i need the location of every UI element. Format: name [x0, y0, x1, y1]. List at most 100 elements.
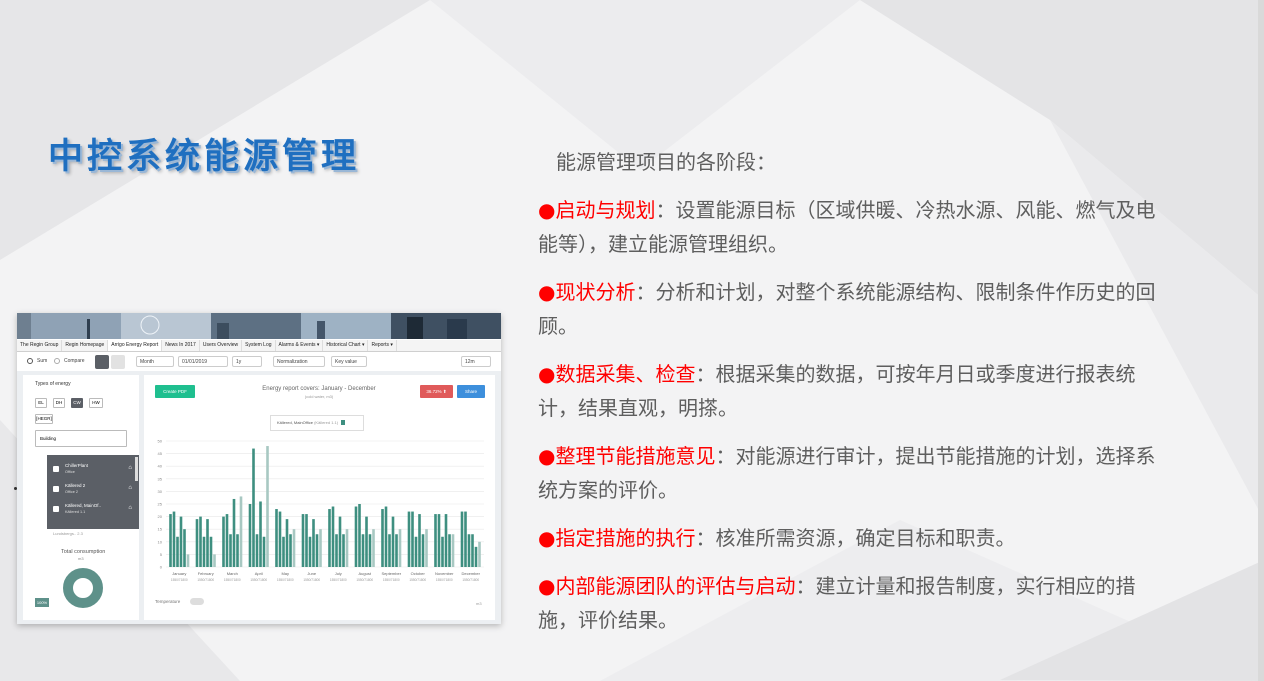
- stage-item: ●现状分析：分析和计划，对整个系统能源结构、限制条件作历史的回顾。: [538, 275, 1168, 343]
- chart-bar: [437, 514, 441, 567]
- x-tick-sublabel: 1550/71800: [383, 578, 400, 582]
- building-name: ChillerPlant: [65, 463, 89, 468]
- building-item[interactable]: Källered 2 Office 2 ⌂: [47, 481, 139, 499]
- x-tick-sublabel: 1550/71800: [462, 578, 479, 582]
- energy-type-dh[interactable]: DH: [53, 398, 65, 408]
- y-tick-label: 20: [158, 514, 163, 519]
- date-picker[interactable]: 01/01/2019: [178, 356, 228, 367]
- share-button[interactable]: Share: [457, 385, 485, 398]
- chart-bar: [354, 506, 358, 567]
- tab-news[interactable]: News In 2017: [162, 340, 200, 351]
- building-sub: Office 2: [65, 490, 79, 494]
- chart-bar: [209, 536, 213, 567]
- chart-bar: [262, 536, 266, 567]
- tab-users-overview[interactable]: Users Overview: [200, 340, 243, 351]
- app-tab-bar: The Regin Group Regin Homepage Arrigo En…: [17, 340, 501, 352]
- temperature-label: Temperature: [155, 599, 181, 604]
- range-select[interactable]: 12m: [461, 356, 491, 367]
- chart-bar: [289, 534, 292, 567]
- stage-heading: 数据采集、检查: [555, 362, 696, 386]
- home-icon[interactable]: ⌂: [128, 505, 132, 511]
- home-icon[interactable]: ⌂: [128, 485, 132, 491]
- key-value-select[interactable]: Key value: [331, 356, 367, 367]
- chart-bar: [236, 534, 239, 567]
- period-select[interactable]: 1y: [232, 356, 262, 367]
- chart-bar: [381, 509, 384, 567]
- chart-bar: [467, 534, 471, 567]
- chart-bar: [478, 541, 481, 567]
- create-pdf-button[interactable]: Create PDF: [155, 385, 195, 398]
- report-main: Create PDF Energy report covers: January…: [144, 375, 495, 620]
- energy-type-hegr[interactable]: [HEGR]: [35, 414, 53, 424]
- tab-energy-report[interactable]: Arrigo Energy Report: [108, 340, 163, 351]
- x-tick-label: July: [335, 571, 342, 576]
- tab-historical-chart[interactable]: Historical Chart ▾: [323, 340, 369, 351]
- x-tick-sublabel: 1550/71800: [436, 578, 453, 582]
- y-tick-label: 15: [158, 527, 163, 532]
- building-item[interactable]: Källered, MainOf.. Källered 1.1 ⌂: [47, 501, 139, 519]
- change-percent-badge[interactable]: 36.72% ⬆: [420, 385, 453, 398]
- legend-sublabel: (Källered 1.1): [314, 420, 339, 425]
- chart-bar: [342, 534, 345, 567]
- chart-bar: [252, 448, 255, 567]
- month-select[interactable]: Month: [136, 356, 174, 367]
- chart-bar: [328, 509, 331, 567]
- building-item[interactable]: ChillerPlant Office ⌂: [47, 461, 139, 479]
- checkbox-icon[interactable]: [53, 486, 59, 492]
- chart-bar: [259, 501, 262, 567]
- compare-radio[interactable]: [54, 358, 60, 364]
- chart-bar: [407, 511, 411, 567]
- text-panel: 能源管理项目的各阶段： ●启动与规划：设置能源目标（区域供暖、冷热水源、风能、燃…: [538, 145, 1168, 651]
- chart-bar: [315, 534, 319, 567]
- chart-bar: [358, 504, 361, 567]
- chart-bar: [305, 514, 308, 567]
- tab-reports[interactable]: Reports ▾: [368, 340, 397, 351]
- x-tick-sublabel: 1550/71800: [409, 578, 426, 582]
- unit-label: m3: [476, 601, 482, 606]
- x-tick-label: May: [281, 571, 289, 576]
- tab-system-log[interactable]: System Log: [242, 340, 276, 351]
- x-tick-sublabel: 1550/71800: [356, 578, 373, 582]
- tab-regin-group[interactable]: The Regin Group: [17, 340, 63, 351]
- chart-bar: [275, 509, 278, 567]
- chart-bar: [301, 514, 305, 567]
- report-subtitle: (cold water, m3): [304, 394, 334, 399]
- slide-title: 中控系统能源管理: [48, 137, 361, 177]
- normalization-select[interactable]: Normalization: [273, 356, 325, 367]
- x-tick-label: November: [435, 571, 454, 576]
- y-tick-label: 0: [160, 565, 163, 570]
- list-scrollbar[interactable]: [135, 457, 138, 481]
- chart-bar: [411, 511, 414, 567]
- energy-type-el[interactable]: EL: [35, 398, 47, 408]
- building-select[interactable]: Building: [35, 430, 127, 447]
- x-tick-label: August: [359, 571, 372, 576]
- x-tick-label: April: [255, 571, 263, 576]
- checkbox-icon[interactable]: [53, 506, 59, 512]
- temperature-toggle[interactable]: [190, 598, 204, 605]
- tab-regin-homepage[interactable]: Regin Homepage: [62, 340, 109, 351]
- stage-item: ●指定措施的执行：核准所需资源，确定目标和职责。: [538, 521, 1168, 555]
- bullet-icon: ●: [538, 444, 556, 468]
- chart-bar: [345, 529, 349, 567]
- table-view-button[interactable]: [111, 355, 125, 369]
- energy-report-screenshot: The Regin Group Regin Homepage Arrigo En…: [17, 313, 501, 624]
- stage-item: ●数据采集、检查：根据采集的数据，可按年月日或季度进行报表统计，结果直观，明搽。: [538, 357, 1168, 425]
- tab-alarms-events[interactable]: Alarms & Events ▾: [276, 340, 324, 351]
- energy-type-hw[interactable]: HW: [89, 398, 103, 408]
- chart-bar: [176, 536, 179, 567]
- stage-heading: 现状分析: [555, 280, 636, 304]
- chart-bar: [331, 506, 335, 567]
- chart-bar: [239, 496, 243, 567]
- chart-bar: [444, 514, 448, 567]
- energy-type-cw[interactable]: CW: [71, 398, 83, 408]
- chart-bar: [186, 554, 190, 567]
- y-tick-label: 40: [158, 464, 163, 469]
- chart-bar: [368, 534, 372, 567]
- total-unit: m3: [78, 556, 84, 561]
- x-tick-sublabel: 1550/71800: [171, 578, 188, 582]
- checkbox-icon[interactable]: [53, 466, 59, 472]
- sum-radio[interactable]: [27, 358, 33, 364]
- percent-badge: 100%: [35, 598, 49, 607]
- chart-view-button[interactable]: [95, 355, 109, 369]
- home-icon[interactable]: ⌂: [128, 465, 132, 471]
